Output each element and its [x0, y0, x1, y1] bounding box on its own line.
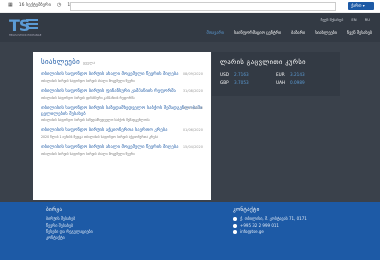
rates-heading: ლარის გაცვლითი კურსი — [220, 58, 306, 66]
news-more-link[interactable]: ყველა — [83, 61, 95, 65]
footer-links: ბირჟა ბირჟის შესახებ წევრი შესახებ წესებ… — [46, 206, 93, 242]
news-item-date: 19/11/2020 — [182, 105, 203, 110]
nav-home[interactable]: მთავარი — [207, 30, 224, 35]
news-item-excerpt: თბილისის საფონდო ბირჟის ფინანსური კამპან… — [41, 95, 135, 100]
news-item[interactable]: თბილისის საფონდო ბირჟის ახალი მოცემული წ… — [41, 72, 203, 83]
lang-ru-link[interactable]: RU — [365, 17, 370, 22]
nav-about[interactable]: ჩვენ შესახებ — [347, 30, 372, 35]
news-item-date: 01/06/2020 — [182, 128, 203, 133]
clock-icon: ◷ — [56, 2, 62, 8]
footer-email[interactable]: info@tse.ge — [233, 229, 307, 235]
main-nav: მთავარი საინფორმაციო ცენტრი ბაზარი სიახლ… — [207, 30, 372, 35]
rate-uah: UAH 0.0989 — [276, 80, 305, 85]
news-item[interactable]: თბილისის საფონდო ბირჟის საზედამხედველო ს… — [41, 106, 203, 123]
news-item-title[interactable]: თბილისის საფონდო ბირჟის ფინანსური კამპან… — [41, 89, 203, 95]
rate-gbp: GBP 3.7053 — [220, 80, 249, 85]
email-icon — [233, 230, 237, 235]
date-label: 16 სექტემბერი — [18, 2, 51, 8]
logo-bars-icon — [26, 19, 38, 31]
location-icon — [233, 217, 237, 222]
news-panel: სიახლეები ყველა თბილისის საფონდო ბირჟის ა… — [33, 52, 211, 200]
news-heading: სიახლეები ყველა — [41, 58, 96, 66]
nav-market[interactable]: ბაზარი — [291, 30, 305, 35]
news-item-excerpt: თბილისის ბირჟის საფონდო ბირჟის ახალი მოც… — [41, 152, 135, 157]
nav-news[interactable]: სიახლეები — [315, 30, 337, 35]
search-input[interactable] — [70, 2, 336, 11]
news-item-title[interactable]: თბილისის საფონდო ბირჟის ახალი მოცემული წ… — [41, 145, 203, 151]
news-item-date: 08/09/2020 — [182, 72, 203, 76]
language-dropdown[interactable]: ქართ ▾ — [348, 2, 374, 10]
news-item-excerpt: თბილისის ბირჟის საფონდო ბირჟის ახალი მოც… — [41, 78, 135, 83]
news-item[interactable]: თბილისის საფონდო ბირჟის აქციონერთა საერთ… — [41, 128, 203, 139]
news-item-excerpt: 2020 წლის 1 ივნისს შედგა თბილისის საფონდ… — [41, 135, 159, 140]
footer-contact: კონტაქტი ქ. თბილისი, მ. კოსტავას 71, 017… — [233, 206, 307, 235]
main-content: სიახლეები ყველა თბილისის საფონდო ბირჟის ა… — [0, 42, 380, 202]
news-item-date: 31/08/2020 — [182, 88, 203, 93]
site-header: TS TBILISI STOCK EXCHANGE ჩვენ შესახებ E… — [0, 13, 380, 42]
logo-subtitle: TBILISI STOCK EXCHANGE — [9, 34, 42, 37]
news-item[interactable]: თბილისის საფონდო ბირჟის ფინანსური კამპან… — [41, 89, 203, 100]
rate-eur: EUR 3.2143 — [276, 72, 305, 77]
news-item-date: 15/04/2020 — [182, 145, 203, 150]
site-footer: ბირჟა ბირჟის შესახებ წევრი შესახებ წესებ… — [0, 202, 380, 260]
news-item-title[interactable]: თბილისის საფონდო ბირჟის ახალი მოცემული წ… — [41, 72, 203, 78]
nav-info-center[interactable]: საინფორმაციო ცენტრი — [234, 30, 281, 35]
about-link[interactable]: ჩვენ შესახებ — [321, 17, 344, 22]
news-item-excerpt: თბილისის საფონდო ბირჟის საზედამხედველო ს… — [41, 118, 150, 123]
footer-col1-title: ბირჟა — [46, 207, 63, 213]
news-item[interactable]: თბილისის საფონდო ბირჟის ახალი მოცემული წ… — [41, 145, 203, 156]
news-item-title[interactable]: თბილისის საფონდო ბირჟის საზედამხედველო ს… — [41, 106, 203, 117]
footer-link[interactable]: კონტაქტი — [46, 235, 93, 241]
lang-en-link[interactable]: EN — [351, 17, 356, 22]
news-item-title[interactable]: თბილისის საფონდო ბირჟის აქციონერთა საერთ… — [41, 128, 203, 134]
header-links: ჩვენ შესახებ EN RU — [321, 17, 370, 22]
rate-usd: USD 2.7163 — [220, 72, 249, 77]
calendar-icon: ▦ — [8, 2, 13, 8]
exchange-rates-panel: ლარის გაცვლითი კურსი USD 2.7163 EUR 3.2143… — [212, 52, 340, 96]
top-bar: ▦ 16 სექტემბერი ◷ 15:03 ქართ ▾ — [0, 0, 380, 13]
footer-col2-title: კონტაქტი — [233, 207, 260, 213]
phone-icon — [233, 223, 237, 228]
logo[interactable]: TS TBILISI STOCK EXCHANGE — [9, 16, 42, 40]
